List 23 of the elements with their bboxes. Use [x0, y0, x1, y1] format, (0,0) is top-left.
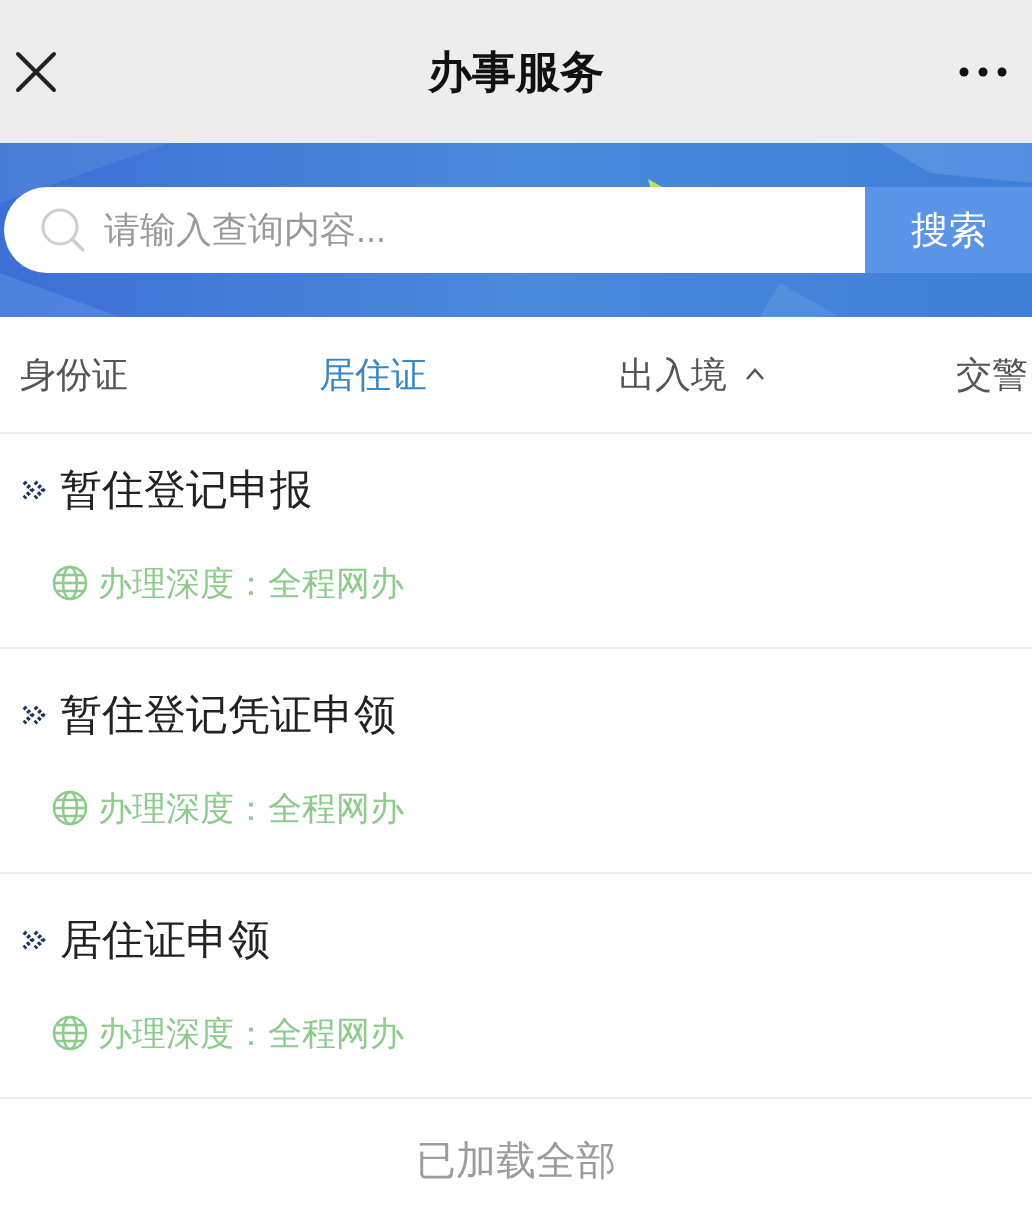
- close-button[interactable]: [14, 49, 58, 94]
- service-depth-label: 办理深度：全程网办: [98, 1016, 404, 1050]
- tab[interactable]: 居住证: [319, 356, 428, 393]
- service-title[interactable]: 居住证申领: [60, 919, 270, 961]
- more-icon: [959, 66, 1007, 77]
- tab[interactable]: 身份证: [20, 356, 128, 393]
- search-field[interactable]: 请输入查询内容...: [4, 187, 865, 273]
- double-chevron-icon: [22, 929, 48, 951]
- service-title[interactable]: 暂住登记凭证申领: [60, 694, 396, 736]
- globe-icon: [52, 1015, 88, 1051]
- close-icon: [15, 50, 57, 93]
- search-icon: [40, 207, 86, 253]
- globe-icon: [52, 790, 88, 826]
- service-depth-label: 办理深度：全程网办: [98, 791, 404, 825]
- double-chevron-icon: [22, 479, 48, 501]
- service-title[interactable]: 暂住登记申报: [60, 469, 312, 511]
- double-chevron-icon: [22, 704, 48, 726]
- tab[interactable]: 出入境: [618, 356, 765, 393]
- globe-icon: [52, 565, 88, 601]
- tab[interactable]: 交警: [956, 356, 1028, 393]
- service-depth-label: 办理深度：全程网办: [98, 566, 404, 600]
- load-status-text: 已加载全部: [416, 1139, 616, 1180]
- window-title: 办事服务: [428, 49, 604, 94]
